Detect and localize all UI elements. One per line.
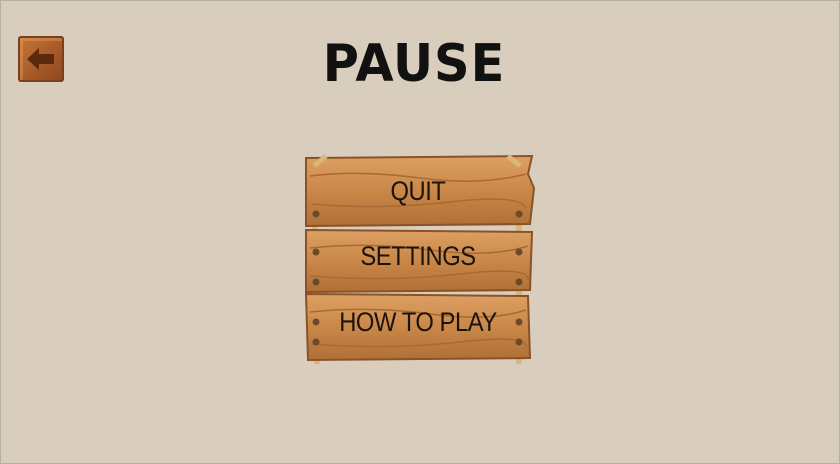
how-to-play-button[interactable]: HOW TO PLAY [314,307,522,338]
page-title: PAUSE [322,34,506,94]
settings-button[interactable]: SETTINGS [314,241,522,272]
quit-button[interactable]: QUIT [314,176,522,207]
wooden-sign-menu: QUIT SETTINGS HOW TO PLAY [300,152,536,368]
